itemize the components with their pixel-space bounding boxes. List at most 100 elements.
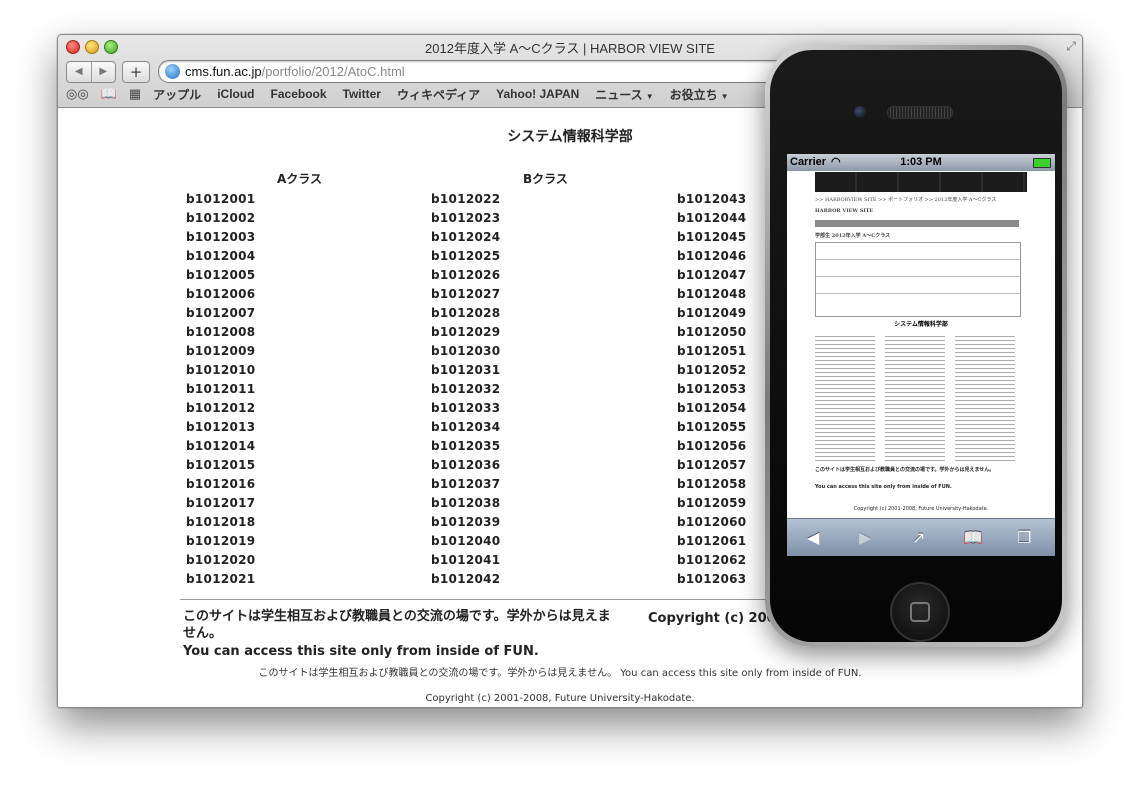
student-id[interactable]: b1012036 <box>431 456 500 475</box>
student-id[interactable]: b1012032 <box>431 380 500 399</box>
student-id[interactable]: b1012005 <box>186 266 255 285</box>
student-id[interactable]: b1012044 <box>677 209 746 228</box>
mobile-department-title: システム情報科学部 <box>894 321 948 328</box>
bookmark-menu-news[interactable]: ニュース ▼ <box>595 86 653 103</box>
student-id[interactable]: b1012053 <box>677 380 746 399</box>
student-id[interactable]: b1012007 <box>186 304 255 323</box>
bookmark-yahoo-japan[interactable]: Yahoo! JAPAN <box>496 87 579 101</box>
student-id[interactable]: b1012027 <box>431 285 500 304</box>
safari-mobile-toolbar: ◀ ▶ ↗ 📖 ❐ <box>787 518 1055 556</box>
student-id[interactable]: b1012050 <box>677 323 746 342</box>
student-id[interactable]: b1012046 <box>677 247 746 266</box>
student-id[interactable]: b1012051 <box>677 342 746 361</box>
student-id[interactable]: b1012056 <box>677 437 746 456</box>
student-id[interactable]: b1012020 <box>186 551 255 570</box>
student-id[interactable]: b1012002 <box>186 209 255 228</box>
student-id[interactable]: b1012026 <box>431 266 500 285</box>
student-id[interactable]: b1012047 <box>677 266 746 285</box>
student-id[interactable]: b1012003 <box>186 228 255 247</box>
student-id[interactable]: b1012043 <box>677 190 746 209</box>
mobile-footer-en: You can access this site only from insid… <box>815 484 952 490</box>
bookmark-facebook[interactable]: Facebook <box>271 87 327 101</box>
student-id[interactable]: b1012045 <box>677 228 746 247</box>
url-host: cms.fun.ac.jp <box>185 64 262 79</box>
fullscreen-icon[interactable]: ⤢ <box>1066 39 1076 54</box>
student-id[interactable]: b1012039 <box>431 513 500 532</box>
class-b-header: Bクラス <box>523 172 568 186</box>
useful-menu-label: お役立ち <box>669 87 718 102</box>
student-id[interactable]: b1012034 <box>431 418 500 437</box>
bookmark-twitter[interactable]: Twitter <box>343 87 381 101</box>
student-id[interactable]: b1012019 <box>186 532 255 551</box>
student-id[interactable]: b1012037 <box>431 475 500 494</box>
student-id[interactable]: b1012054 <box>677 399 746 418</box>
student-id[interactable]: b1012029 <box>431 323 500 342</box>
student-id[interactable]: b1012008 <box>186 323 255 342</box>
student-id[interactable]: b1012025 <box>431 247 500 266</box>
student-id[interactable]: b1012052 <box>677 361 746 380</box>
bookmark-icloud[interactable]: iCloud <box>217 87 254 101</box>
share-icon[interactable]: ↗ <box>912 528 925 547</box>
bookmarks-icon[interactable]: 📖 <box>101 86 117 102</box>
student-id[interactable]: b1012063 <box>677 570 746 589</box>
student-id[interactable]: b1012041 <box>431 551 500 570</box>
forward-icon[interactable]: ▶ <box>859 528 871 547</box>
student-id[interactable]: b1012001 <box>186 190 255 209</box>
student-id[interactable]: b1012049 <box>677 304 746 323</box>
student-id[interactable]: b1012059 <box>677 494 746 513</box>
student-id[interactable]: b1012012 <box>186 399 255 418</box>
reading-list-icon[interactable]: ◎◎ <box>66 86 89 102</box>
bookmark-wikipedia[interactable]: ウィキペディア <box>397 86 480 103</box>
student-id[interactable]: b1012035 <box>431 437 500 456</box>
student-id[interactable]: b1012057 <box>677 456 746 475</box>
mobile-class-a-list <box>815 336 875 462</box>
student-id[interactable]: b1012015 <box>186 456 255 475</box>
add-bookmark-button[interactable]: + <box>122 61 150 83</box>
student-id[interactable]: b1012031 <box>431 361 500 380</box>
student-id[interactable]: b1012042 <box>431 570 500 589</box>
student-id[interactable]: b1012040 <box>431 532 500 551</box>
student-id[interactable]: b1012028 <box>431 304 500 323</box>
student-id[interactable]: b1012060 <box>677 513 746 532</box>
mobile-class-c-list <box>955 336 1015 462</box>
student-id[interactable]: b1012055 <box>677 418 746 437</box>
student-id[interactable]: b1012062 <box>677 551 746 570</box>
forward-button[interactable]: ▶ <box>92 62 116 82</box>
student-id[interactable]: b1012021 <box>186 570 255 589</box>
bookmarks-icon[interactable]: 📖 <box>963 528 983 547</box>
student-id[interactable]: b1012016 <box>186 475 255 494</box>
student-id[interactable]: b1012058 <box>677 475 746 494</box>
student-id[interactable]: b1012006 <box>186 285 255 304</box>
bookmark-menu-useful[interactable]: お役立ち ▼ <box>670 86 729 103</box>
student-id[interactable]: b1012009 <box>186 342 255 361</box>
student-id[interactable]: b1012038 <box>431 494 500 513</box>
iphone-body: Carrier ◠ 1:03 PM >> HARBORVIEW SITE >> … <box>770 50 1062 642</box>
table-row <box>816 243 1020 260</box>
mobile-breadcrumb[interactable]: >> HARBORVIEW SITE >> ポートフォリオ >> 2012年度入… <box>815 196 996 203</box>
student-id[interactable]: b1012024 <box>431 228 500 247</box>
tabs-icon[interactable]: ❐ <box>1017 528 1031 547</box>
student-id[interactable]: b1012061 <box>677 532 746 551</box>
student-id[interactable]: b1012013 <box>186 418 255 437</box>
student-id[interactable]: b1012004 <box>186 247 255 266</box>
bookmark-apple[interactable]: アップル <box>153 86 201 103</box>
student-id[interactable]: b1012048 <box>677 285 746 304</box>
student-id[interactable]: b1012033 <box>431 399 500 418</box>
student-id[interactable]: b1012030 <box>431 342 500 361</box>
url-path: /portfolio/2012/AtoC.html <box>261 64 405 79</box>
student-id[interactable]: b1012010 <box>186 361 255 380</box>
student-id[interactable]: b1012014 <box>186 437 255 456</box>
back-icon[interactable]: ◀ <box>807 528 819 547</box>
back-button[interactable]: ◀ <box>67 62 92 82</box>
status-time: 1:03 PM <box>900 156 942 168</box>
student-id[interactable]: b1012022 <box>431 190 500 209</box>
student-id[interactable]: b1012018 <box>186 513 255 532</box>
url-text[interactable]: cms.fun.ac.jp/portfolio/2012/AtoC.html <box>185 61 405 82</box>
student-id[interactable]: b1012023 <box>431 209 500 228</box>
student-id[interactable]: b1012017 <box>186 494 255 513</box>
class-c-list: b1012043 b1012044 b1012045 b1012046 b1012047… <box>677 190 746 589</box>
home-button[interactable] <box>890 582 950 642</box>
student-id[interactable]: b1012011 <box>186 380 255 399</box>
top-sites-icon[interactable]: ▦ <box>129 86 141 102</box>
mobile-footer-copyright: Copyright (c) 2001-2008, Future Universi… <box>853 506 989 512</box>
